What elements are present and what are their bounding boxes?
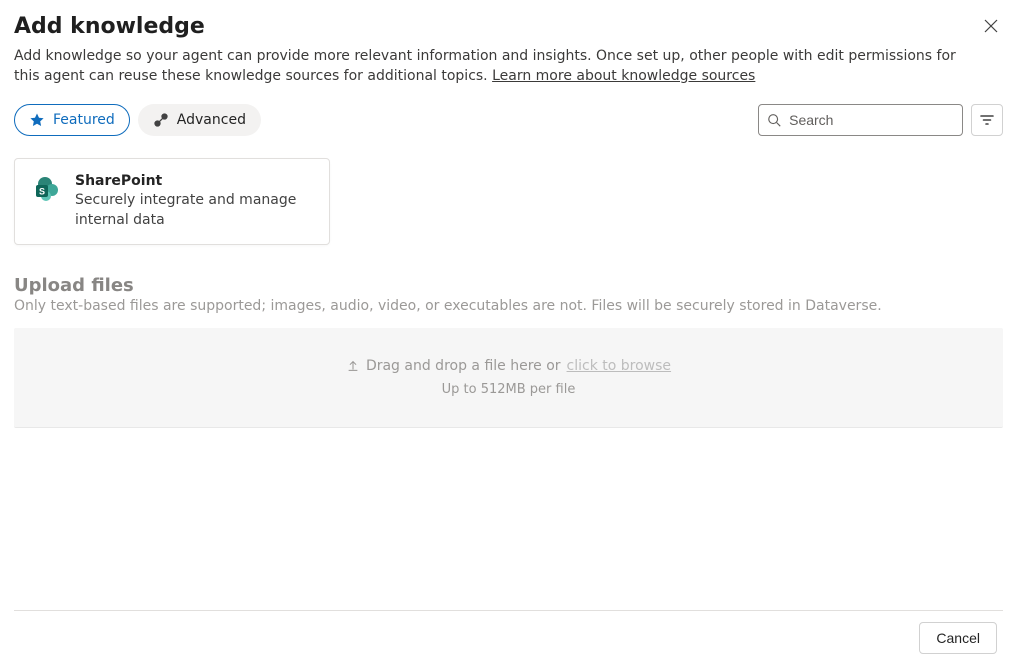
card-title: SharePoint [75,173,311,189]
search-box[interactable] [758,104,963,136]
close-button[interactable] [979,14,1003,38]
toolbar-right [758,104,1003,136]
dialog-footer: Cancel [14,610,1003,664]
dialog-title: Add knowledge [14,14,205,39]
svg-text:S: S [39,187,45,197]
source-card-sharepoint[interactable]: S SharePoint Securely integrate and mana… [14,158,330,245]
filter-button[interactable] [971,104,1003,136]
dialog-header: Add knowledge [14,14,1003,47]
sources-list: S SharePoint Securely integrate and mana… [14,158,1003,245]
upload-section: Upload files Only text-based files are s… [14,275,1003,428]
upload-dropzone[interactable]: Drag and drop a file here or click to br… [14,328,1003,428]
tab-featured[interactable]: Featured [14,104,130,136]
dropzone-text: Drag and drop a file here or [366,358,561,374]
upload-icon [346,359,360,373]
tab-group: Featured Advanced [14,104,261,136]
filter-icon [979,112,995,128]
sharepoint-icon: S [33,175,61,203]
tab-label: Advanced [177,112,246,128]
dropzone-row: Drag and drop a file here or click to br… [346,358,671,374]
tab-label: Featured [53,112,115,128]
search-icon [767,112,781,128]
add-knowledge-dialog: Add knowledge Add knowledge so your agen… [0,0,1017,664]
learn-more-link[interactable]: Learn more about knowledge sources [492,68,755,84]
browse-link[interactable]: click to browse [567,358,672,374]
cancel-button[interactable]: Cancel [919,622,997,654]
connector-icon [153,112,169,128]
upload-heading: Upload files [14,275,1003,296]
upload-hint: Only text-based files are supported; ima… [14,298,1003,314]
tab-advanced[interactable]: Advanced [138,104,261,136]
card-body: SharePoint Securely integrate and manage… [75,173,311,230]
dialog-subtitle: Add knowledge so your agent can provide … [14,47,974,86]
dropzone-limit: Up to 512MB per file [442,382,576,397]
star-icon [29,112,45,128]
toolbar: Featured Advanced [14,104,1003,136]
search-input[interactable] [789,112,954,128]
card-description: Securely integrate and manage internal d… [75,191,311,230]
close-icon [983,18,999,34]
subtitle-text: Add knowledge so your agent can provide … [14,48,956,84]
